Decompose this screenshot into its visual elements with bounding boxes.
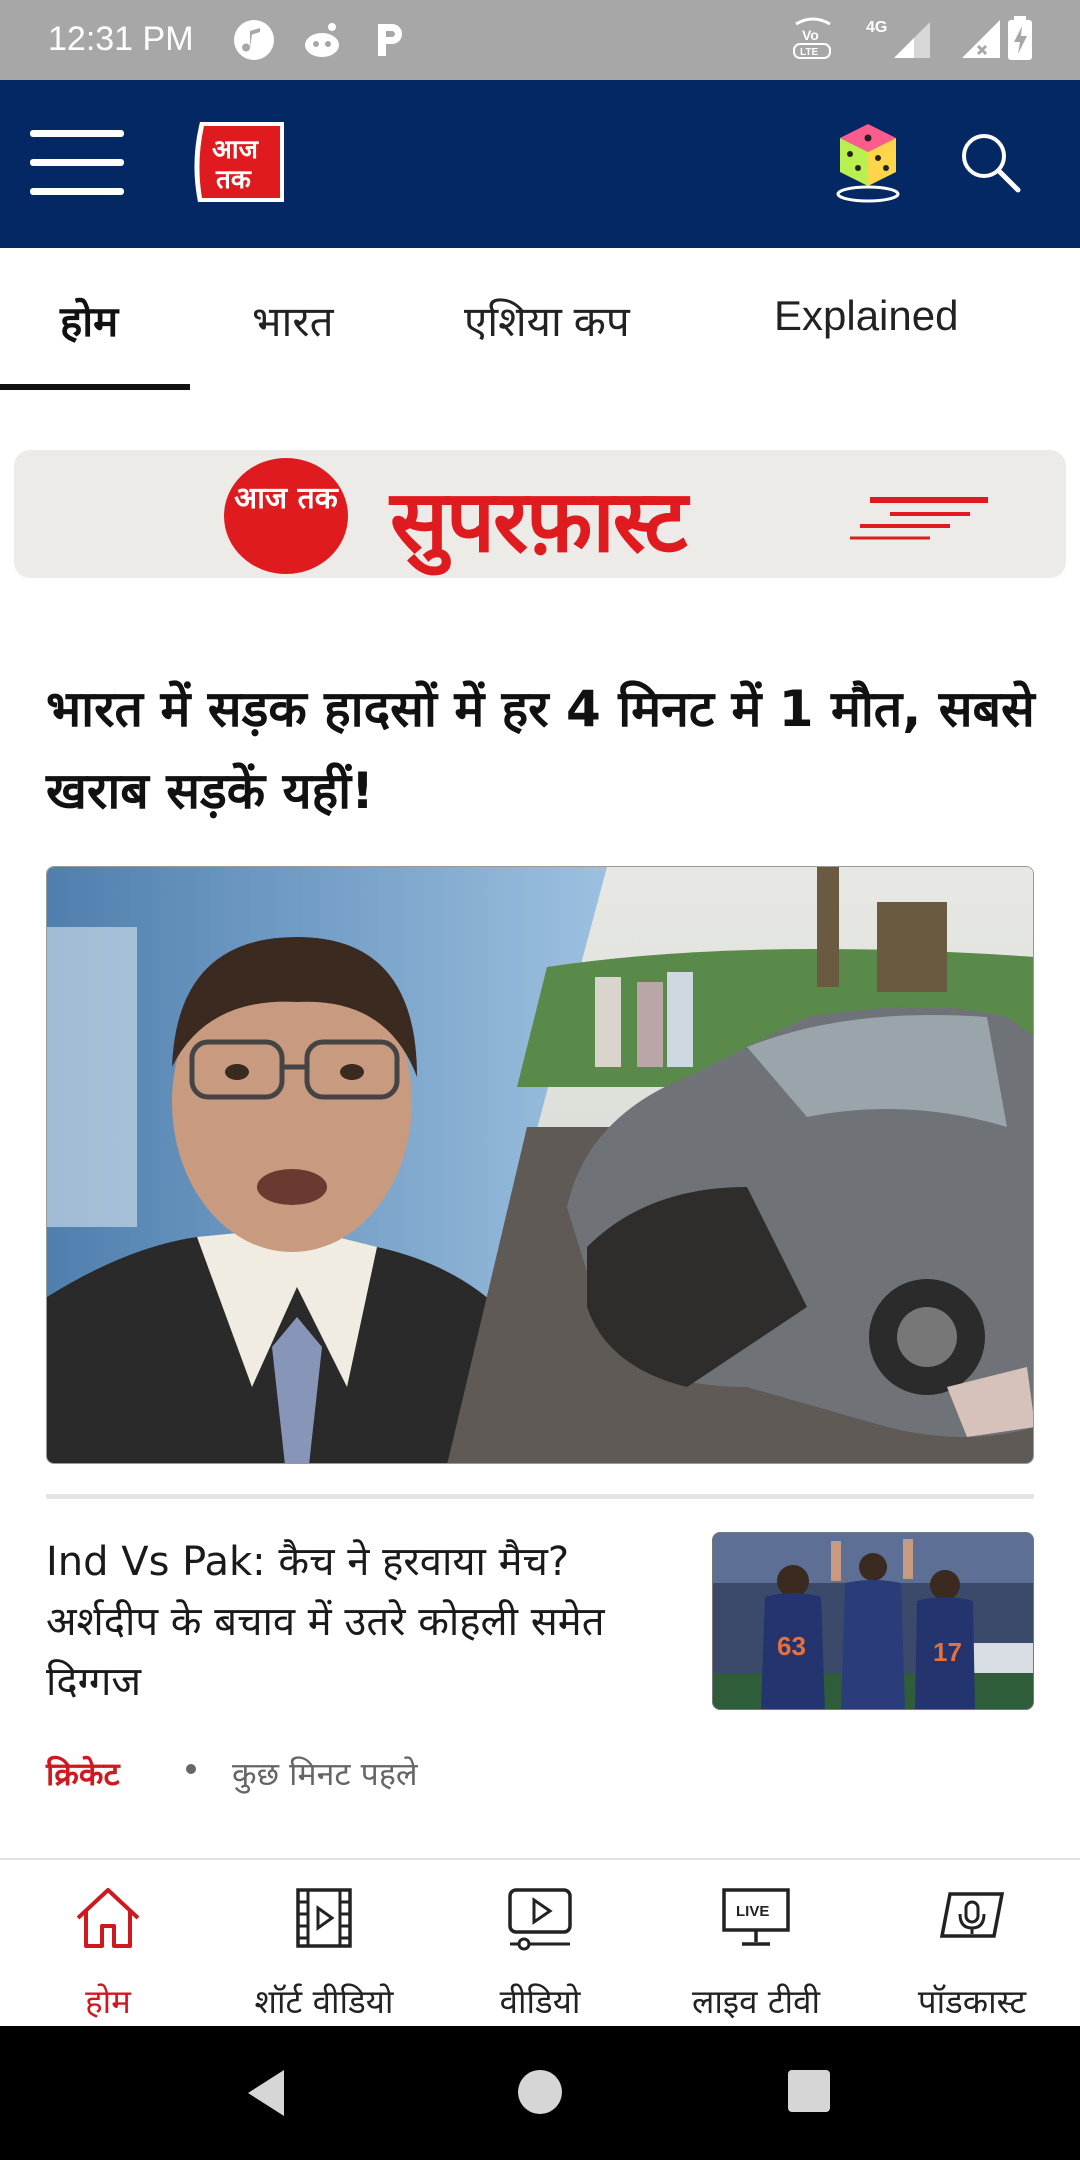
battery-icon <box>1008 16 1032 60</box>
lead-photo <box>47 867 1033 1463</box>
nav-short-video-label: शॉर्ट वीडियो <box>254 1982 394 2021</box>
aajtak-logo[interactable]: आज तक <box>186 116 292 208</box>
speed-lines-icon <box>850 497 988 540</box>
home-icon <box>76 1888 140 1948</box>
logo-text-top: आज <box>212 135 260 165</box>
recents-icon[interactable] <box>786 2068 832 2114</box>
home-circle-icon[interactable] <box>516 2068 564 2116</box>
svg-text:4G: 4G <box>866 19 887 36</box>
tab-bharat[interactable]: भारत <box>252 292 334 349</box>
status-time: 12:31 PM <box>48 20 194 58</box>
tab-asia-cup[interactable]: एशिया कप <box>464 292 630 349</box>
superfast-banner[interactable]: आज तक सुपरफ़ास्ट <box>14 450 1066 578</box>
app-header: आज तक <box>0 80 1080 248</box>
film-icon <box>296 1888 352 1948</box>
status-bar: 12:31 PM Vo LTE 4G <box>0 0 1080 80</box>
signal-icon <box>962 20 1000 58</box>
story-headline[interactable]: Ind Vs Pak: कैच ने हरवाया मैच? अर्शदीप क… <box>46 1532 666 1712</box>
story-category[interactable]: क्रिकेट <box>46 1752 120 1795</box>
logo-text-bottom: तक <box>215 165 252 195</box>
menu-icon[interactable] <box>30 130 124 200</box>
dice-icon[interactable] <box>830 116 906 204</box>
banner-logo-text: आज तक <box>234 481 338 516</box>
bottom-navigation: होम शॉर्ट वीडियो वीडियो LIVE लाइव टीवी प… <box>0 1858 1080 2026</box>
svg-text:LTE: LTE <box>800 47 818 58</box>
lead-headline[interactable]: भारत में सड़क हादसों में हर 4 मिनट में 1… <box>46 668 1046 832</box>
music-icon <box>234 20 274 60</box>
nav-live-tv-label: लाइव टीवी <box>691 1982 821 2021</box>
volte-icon: Vo LTE <box>793 17 831 59</box>
story-divider <box>46 1494 1034 1499</box>
podcast-icon <box>939 1892 1005 1938</box>
p-app-icon <box>378 24 402 56</box>
banner-logo: आज तक <box>224 458 348 574</box>
search-icon[interactable] <box>958 130 1022 194</box>
tab-active-indicator <box>0 384 190 390</box>
banner-title: सुपरफ़ास्ट <box>390 472 688 572</box>
tab-explained[interactable]: Explained <box>774 292 958 340</box>
live-tv-icon: LIVE <box>722 1888 790 1946</box>
tab-home[interactable]: होम <box>60 292 118 349</box>
back-icon[interactable] <box>244 2068 288 2118</box>
jersey-number: 63 <box>777 1631 806 1661</box>
story-timestamp: कुछ मिनट पहले <box>232 1755 418 1793</box>
story-thumbnail[interactable]: 63 17 <box>712 1532 1034 1710</box>
nav-podcast[interactable]: पॉडकास्ट <box>864 1860 1080 2028</box>
video-play-icon <box>508 1888 572 1951</box>
cricket-photo: 63 17 <box>713 1533 1033 1709</box>
svg-text:Vo: Vo <box>802 27 819 43</box>
live-badge-text: LIVE <box>736 1903 769 1920</box>
signal-4g-icon: 4G <box>866 19 930 58</box>
reddit-icon <box>305 23 339 57</box>
lead-story-image[interactable] <box>46 866 1034 1464</box>
nav-podcast-label: पॉडकास्ट <box>917 1982 1027 2021</box>
nav-video[interactable]: वीडियो <box>432 1860 648 2028</box>
category-tabs: होम भारत एशिया कप Explained <box>0 248 1080 392</box>
nav-video-label: वीडियो <box>499 1982 581 2021</box>
nav-live-tv[interactable]: LIVE लाइव टीवी <box>648 1860 864 2028</box>
nav-home-label: होम <box>85 1982 131 2021</box>
jersey-number-2: 17 <box>933 1637 962 1667</box>
system-navigation-bar <box>0 2026 1080 2160</box>
meta-separator-dot <box>186 1764 196 1774</box>
nav-short-video[interactable]: शॉर्ट वीडियो <box>216 1860 432 2028</box>
nav-home[interactable]: होम <box>0 1860 216 2028</box>
